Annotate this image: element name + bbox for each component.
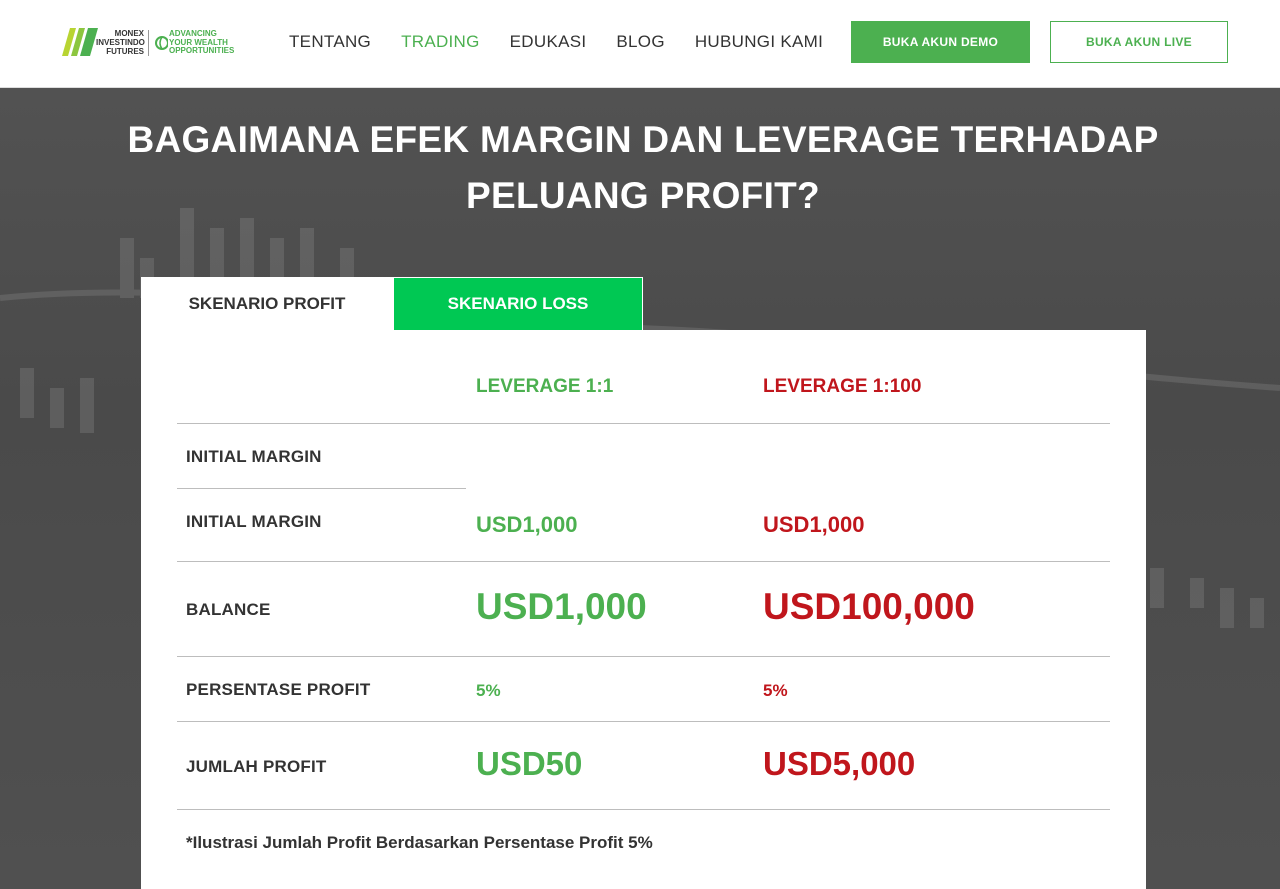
tab-profit-scenario[interactable]: SKENARIO PROFIT: [141, 277, 393, 330]
logo-line-1: MONEX: [114, 29, 144, 38]
logo-tagline: ADVANCING YOUR WEALTH OPPORTUNITIES: [169, 29, 235, 56]
profit-percentage-leverage-1-1: 5%: [476, 681, 501, 700]
profit-percentage-leverage-1-100: 5%: [763, 681, 788, 700]
logo-company-name: MONEX INVESTINDO FUTURES: [96, 29, 145, 56]
main-nav: TENTANG TRADING EDUKASI BLOG HUBUNGI KAM…: [289, 32, 823, 52]
column-header-leverage-1-100: LEVERAGE 1:100: [763, 376, 922, 397]
open-demo-account-button[interactable]: BUKA AKUN DEMO: [851, 21, 1030, 63]
row-divider: [177, 809, 1110, 810]
title-line-1: BAGAIMANA EFEK MARGIN DAN LEVERAGE TERHA…: [127, 119, 1159, 160]
nav-item-edukasi[interactable]: EDUKASI: [510, 32, 587, 52]
balance-leverage-1-1: USD1,000: [476, 586, 647, 627]
title-line-2: PELUANG PROFIT?: [466, 175, 820, 216]
profit-amount-leverage-1-1: USD50: [476, 745, 583, 782]
nav-item-tentang[interactable]: TENTANG: [289, 32, 371, 52]
row-label-initial-margin-2: INITIAL MARGIN: [186, 512, 322, 531]
illustration-footnote: *Ilustrasi Jumlah Profit Berdasarkan Per…: [186, 833, 653, 852]
row-label-initial-margin: INITIAL MARGIN: [186, 447, 322, 466]
logo-tag-3: OPPORTUNITIES: [169, 46, 235, 55]
hero-section: BAGAIMANA EFEK MARGIN DAN LEVERAGE TERHA…: [0, 88, 1280, 889]
column-header-leverage-1-1: LEVERAGE 1:1: [476, 376, 614, 397]
logo-line-2: INVESTINDO: [96, 38, 145, 47]
row-divider: [177, 561, 1110, 562]
row-label-profit-amount: JUMLAH PROFIT: [186, 757, 327, 776]
globe-icon: [155, 36, 168, 50]
row-label-balance: BALANCE: [186, 600, 271, 619]
row-label-profit-percentage: PERSENTASE PROFIT: [186, 680, 371, 699]
row-divider: [177, 656, 1110, 657]
initial-margin-leverage-1-1: USD1,000: [476, 512, 578, 537]
logo-line-3: FUTURES: [106, 47, 144, 56]
row-divider: [177, 721, 1110, 722]
leverage-comparison-table: LEVERAGE 1:1 LEVERAGE 1:100 INITIAL MARG…: [141, 330, 1146, 889]
balance-leverage-1-100: USD100,000: [763, 586, 975, 627]
page-title: BAGAIMANA EFEK MARGIN DAN LEVERAGE TERHA…: [100, 112, 1186, 224]
profit-amount-leverage-1-100: USD5,000: [763, 745, 916, 782]
logo-divider: [148, 30, 149, 56]
nav-item-blog[interactable]: BLOG: [616, 32, 664, 52]
initial-margin-leverage-1-100: USD1,000: [763, 512, 865, 537]
row-divider: [177, 423, 1110, 424]
tab-loss-scenario[interactable]: SKENARIO LOSS: [393, 277, 643, 330]
open-live-account-button[interactable]: BUKA AKUN LIVE: [1050, 21, 1228, 63]
site-header: MONEX INVESTINDO FUTURES ADVANCING YOUR …: [0, 0, 1280, 88]
nav-item-hubungi-kami[interactable]: HUBUNGI KAMI: [695, 32, 823, 52]
nav-item-trading[interactable]: TRADING: [401, 32, 480, 52]
monex-logo[interactable]: MONEX INVESTINDO FUTURES ADVANCING YOUR …: [62, 26, 240, 60]
row-divider: [177, 488, 466, 489]
